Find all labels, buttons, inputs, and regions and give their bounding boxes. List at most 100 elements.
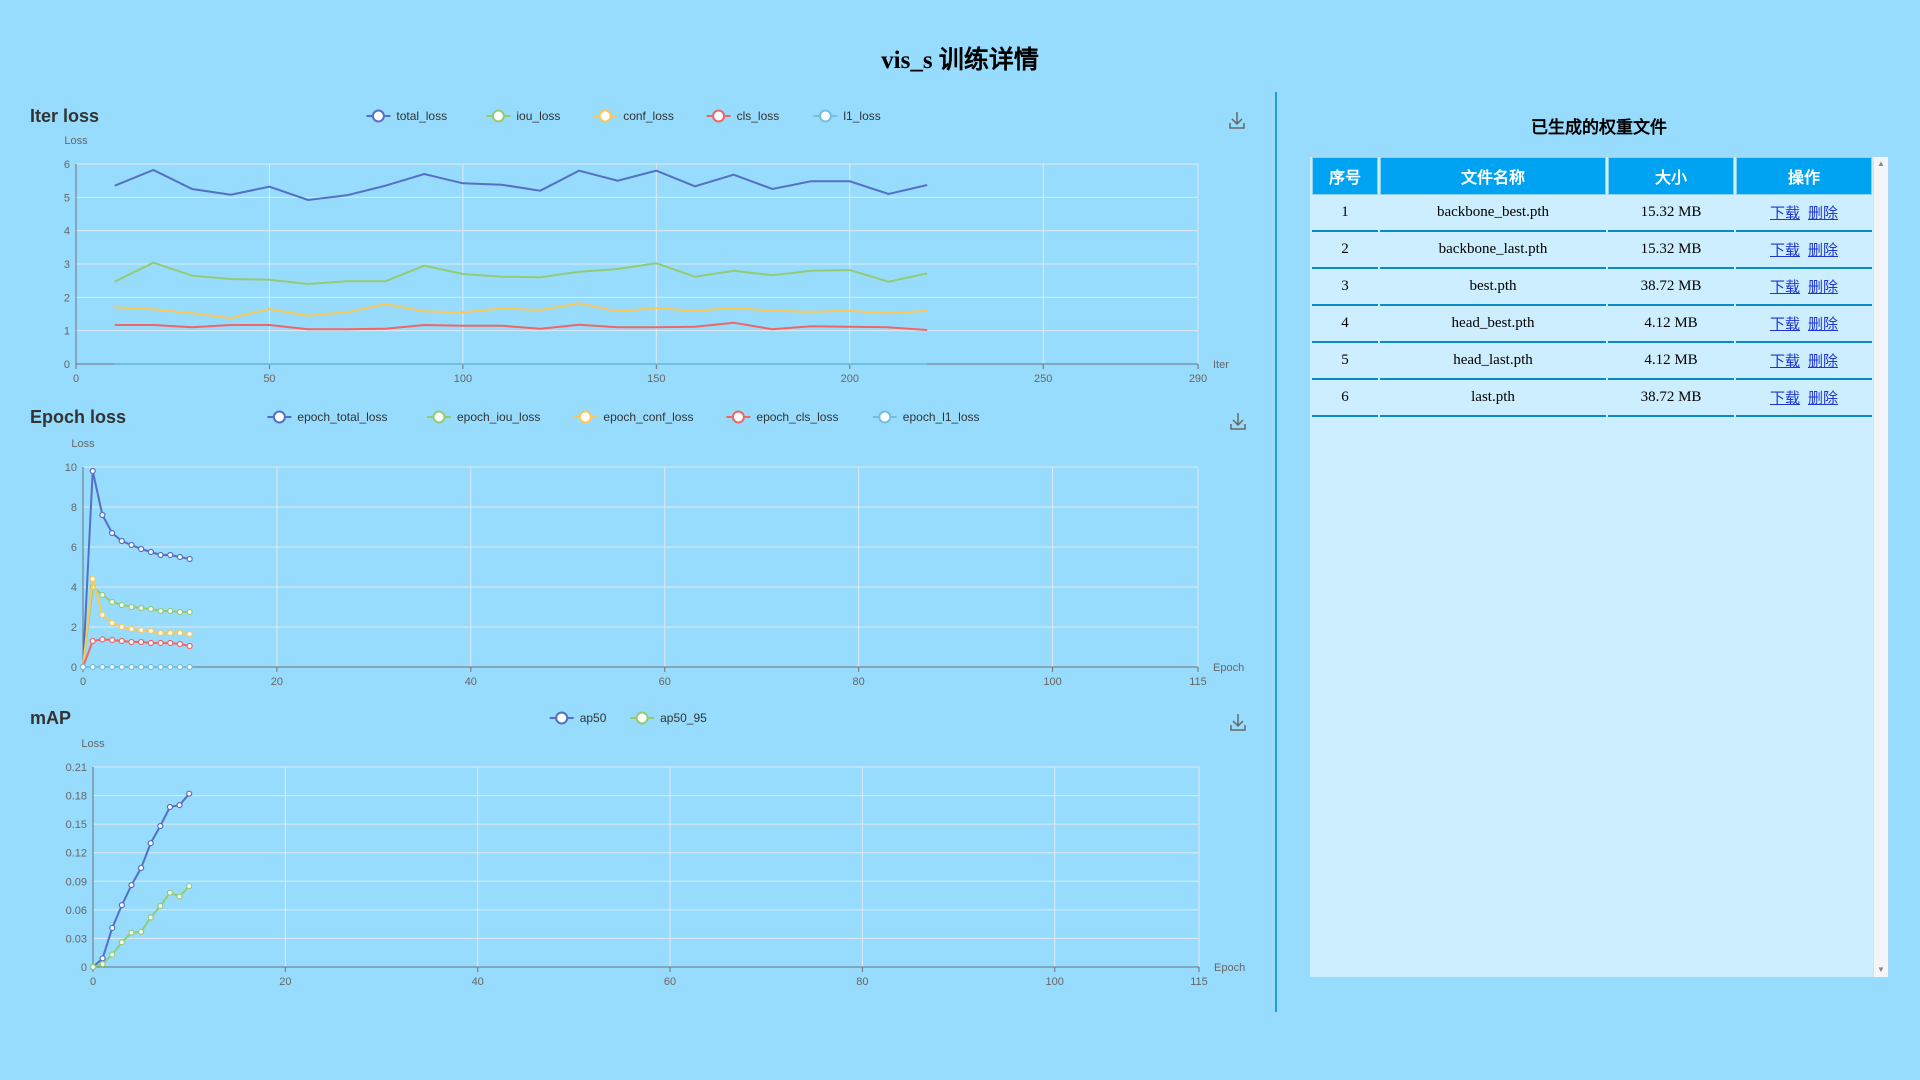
delete-link[interactable]: 删除 (1808, 352, 1838, 370)
data-point[interactable] (147, 627, 154, 635)
data-point[interactable] (186, 882, 193, 890)
delete-link[interactable]: 删除 (1808, 315, 1838, 333)
download-link[interactable]: 下载 (1770, 389, 1800, 407)
data-point[interactable] (99, 961, 106, 968)
data-point[interactable] (118, 637, 125, 645)
scroll-down-icon[interactable]: ▼ (1874, 963, 1888, 977)
scroll-up-icon[interactable]: ▲ (1874, 157, 1888, 171)
data-point[interactable] (157, 663, 164, 671)
data-point[interactable] (118, 663, 125, 671)
data-point[interactable] (118, 901, 125, 909)
legend-item-cls_loss[interactable]: cls_loss (706, 109, 780, 123)
data-point[interactable] (89, 467, 96, 475)
data-point[interactable] (108, 598, 116, 606)
legend-item-total_loss[interactable]: total_loss (366, 109, 447, 123)
data-point[interactable] (167, 551, 174, 559)
data-point[interactable] (166, 803, 174, 811)
data-point[interactable] (138, 545, 145, 553)
delete-link[interactable]: 删除 (1808, 389, 1838, 407)
data-point[interactable] (138, 638, 145, 646)
data-point[interactable] (176, 608, 184, 616)
data-point[interactable] (109, 924, 116, 932)
legend-item-l1_loss[interactable]: l1_loss (813, 109, 881, 123)
data-point[interactable] (176, 629, 184, 637)
delete-link[interactable]: 删除 (1808, 241, 1838, 259)
download-icon[interactable] (1230, 714, 1246, 731)
data-point[interactable] (186, 630, 193, 638)
download-link[interactable]: 下载 (1770, 352, 1800, 370)
download-icon[interactable] (1229, 112, 1245, 129)
data-point[interactable] (137, 864, 145, 872)
data-point[interactable] (138, 663, 145, 671)
data-point[interactable] (176, 801, 183, 809)
data-point[interactable] (99, 663, 106, 671)
data-point[interactable] (99, 511, 106, 519)
data-point[interactable] (157, 629, 164, 637)
data-point[interactable] (166, 889, 174, 896)
data-point[interactable] (99, 955, 106, 962)
legend-item-iou_loss[interactable]: iou_loss (486, 109, 560, 123)
data-point[interactable] (118, 537, 125, 545)
data-point[interactable] (147, 639, 154, 647)
legend-item-conf_loss[interactable]: conf_loss (593, 109, 674, 123)
data-point[interactable] (157, 607, 164, 615)
data-point[interactable] (176, 663, 184, 671)
data-point[interactable] (186, 608, 193, 616)
legend-item-ap50[interactable]: ap50 (549, 711, 607, 725)
legend-item-epoch_total_loss[interactable]: epoch_total_loss (267, 410, 387, 424)
data-point[interactable] (176, 640, 184, 648)
data-point[interactable] (118, 623, 125, 631)
data-point[interactable] (128, 929, 135, 936)
legend-item-epoch_iou_loss[interactable]: epoch_iou_loss (427, 410, 540, 424)
data-point[interactable] (79, 663, 87, 671)
data-point[interactable] (167, 607, 174, 615)
data-point[interactable] (186, 663, 193, 671)
data-point[interactable] (108, 663, 116, 671)
data-point[interactable] (108, 529, 116, 537)
data-point[interactable] (186, 555, 193, 563)
data-point[interactable] (147, 548, 154, 556)
data-point[interactable] (147, 840, 154, 847)
data-point[interactable] (186, 642, 193, 650)
data-point[interactable] (89, 637, 96, 645)
download-icon[interactable] (1230, 413, 1246, 430)
data-point[interactable] (147, 605, 154, 613)
data-point[interactable] (157, 639, 164, 647)
download-link[interactable]: 下载 (1770, 315, 1800, 333)
data-point[interactable] (157, 902, 164, 910)
data-point[interactable] (167, 629, 174, 637)
data-point[interactable] (176, 553, 184, 561)
data-point[interactable] (118, 601, 125, 609)
delete-link[interactable]: 删除 (1808, 204, 1838, 222)
data-point[interactable] (128, 625, 135, 633)
data-point[interactable] (108, 636, 116, 644)
data-point[interactable] (167, 639, 174, 647)
legend-item-epoch_conf_loss[interactable]: epoch_conf_loss (573, 410, 693, 424)
data-point[interactable] (99, 636, 106, 643)
data-point[interactable] (138, 626, 145, 634)
data-point[interactable] (138, 604, 145, 612)
table-scrollbar[interactable]: ▲ ▼ (1873, 157, 1888, 977)
data-point[interactable] (118, 939, 125, 946)
data-point[interactable] (109, 951, 116, 958)
data-point[interactable] (89, 663, 96, 671)
data-point[interactable] (157, 822, 164, 830)
download-link[interactable]: 下载 (1770, 204, 1800, 222)
data-point[interactable] (128, 603, 135, 611)
legend-item-epoch_l1_loss[interactable]: epoch_l1_loss (872, 410, 980, 424)
data-point[interactable] (89, 575, 96, 583)
data-point[interactable] (186, 790, 193, 797)
delete-link[interactable]: 删除 (1808, 278, 1838, 296)
data-point[interactable] (99, 611, 106, 619)
data-point[interactable] (147, 663, 154, 671)
download-link[interactable]: 下载 (1770, 241, 1800, 259)
data-point[interactable] (176, 893, 183, 900)
legend-item-epoch_cls_loss[interactable]: epoch_cls_loss (726, 410, 838, 424)
data-point[interactable] (99, 591, 106, 599)
data-point[interactable] (128, 541, 135, 549)
data-point[interactable] (108, 619, 116, 627)
data-point[interactable] (128, 663, 135, 671)
data-point[interactable] (167, 663, 174, 671)
data-point[interactable] (128, 638, 135, 646)
download-link[interactable]: 下载 (1770, 278, 1800, 296)
